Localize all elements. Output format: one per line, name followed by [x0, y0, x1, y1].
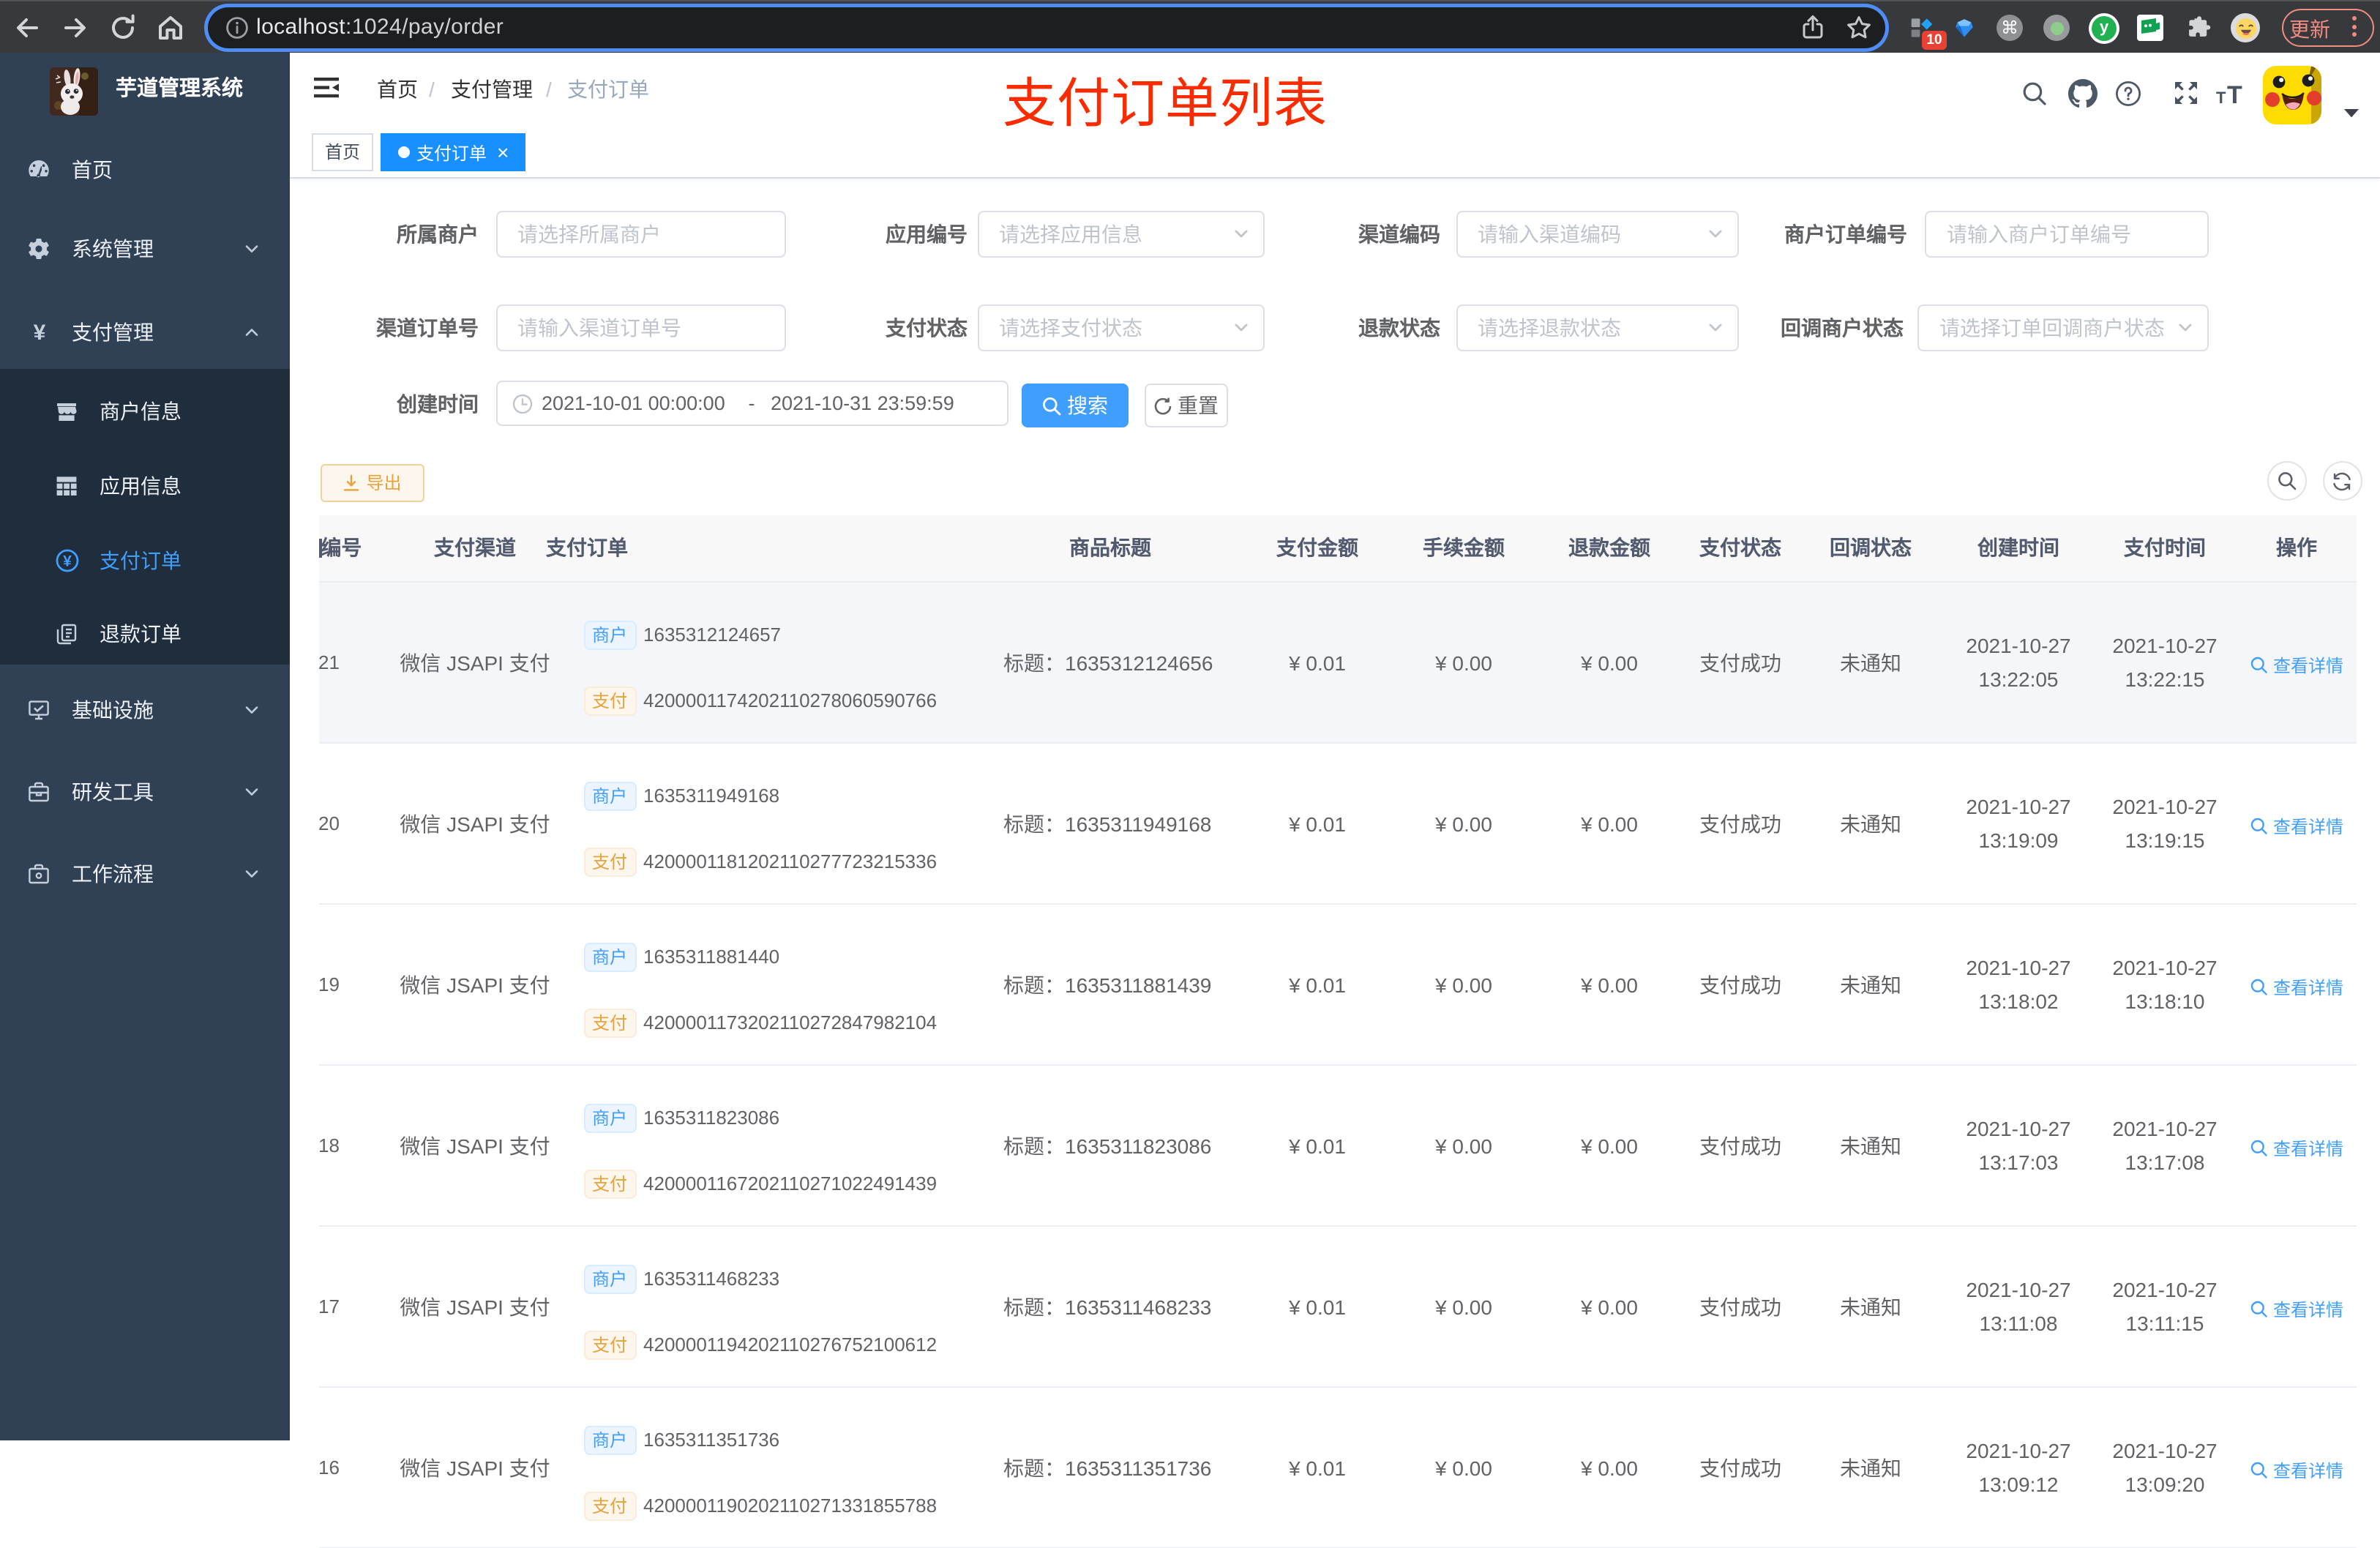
svg-text:T: T [2216, 89, 2226, 105]
svg-text:¥: ¥ [62, 553, 71, 570]
svg-text:¥: ¥ [34, 320, 46, 343]
svg-text:T: T [2227, 81, 2242, 105]
